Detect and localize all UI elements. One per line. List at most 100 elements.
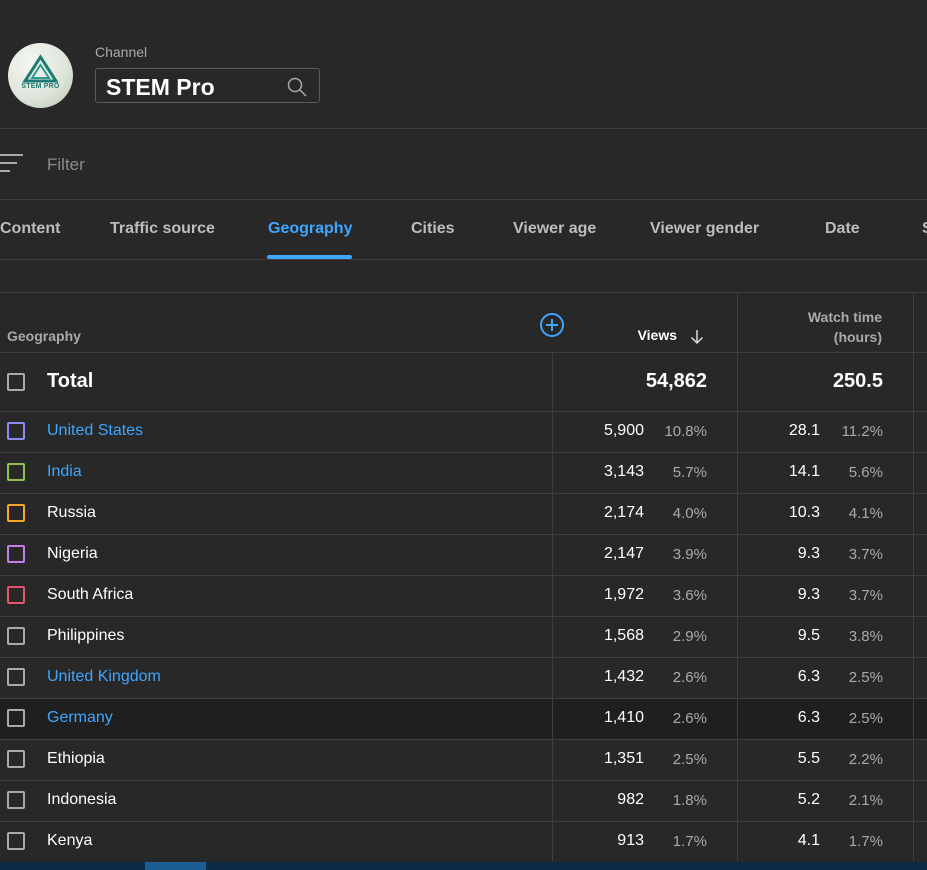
- watch-time-value: 4.1: [797, 832, 820, 849]
- tab-more[interactable]: S: [922, 220, 927, 238]
- tab-traffic-source[interactable]: Traffic source: [110, 220, 215, 238]
- total-watch-time: 250.5: [832, 370, 883, 392]
- tab-date[interactable]: Date: [825, 220, 860, 238]
- filter-input[interactable]: Filter: [47, 155, 85, 175]
- row-checkbox[interactable]: [7, 504, 25, 522]
- views-percent: 1.8%: [672, 792, 707, 809]
- scrollbar-thumb[interactable]: [145, 862, 206, 870]
- country-name: South Africa: [47, 586, 134, 603]
- watch-time-percent: 2.5%: [848, 710, 883, 727]
- row-checkbox[interactable]: [7, 463, 25, 481]
- table-row[interactable]: Germany 1,410 2.6% 6.3 2.5%: [0, 699, 927, 740]
- table-row[interactable]: United Kingdom 1,432 2.6% 6.3 2.5%: [0, 658, 927, 699]
- row-checkbox[interactable]: [7, 750, 25, 768]
- table-row[interactable]: Russia 2,174 4.0% 10.3 4.1%: [0, 494, 927, 535]
- filter-icon[interactable]: [0, 153, 24, 173]
- checkbox-total[interactable]: [7, 373, 25, 391]
- tab-content[interactable]: Content: [0, 220, 60, 238]
- views-percent: 3.9%: [672, 546, 707, 563]
- views-percent: 1.7%: [672, 833, 707, 850]
- views-value: 2,174: [603, 504, 644, 521]
- tab-geography[interactable]: Geography: [268, 220, 352, 238]
- watch-time-value: 9.5: [797, 627, 820, 644]
- country-name: Ethiopia: [47, 750, 105, 767]
- row-checkbox[interactable]: [7, 586, 25, 604]
- views-value: 982: [617, 791, 644, 808]
- table-row[interactable]: South Africa 1,972 3.6% 9.3 3.7%: [0, 576, 927, 617]
- avatar-logo-text: STEM PRO: [21, 83, 60, 90]
- watch-time-value: 5.5: [797, 750, 820, 767]
- views-percent: 2.9%: [672, 628, 707, 645]
- watch-time-value: 10.3: [788, 504, 820, 521]
- table-header: Geography Views Watch time (hours): [0, 292, 927, 353]
- views-value: 1,432: [603, 668, 644, 685]
- tabs-divider: [0, 259, 927, 260]
- views-value: 1,410: [603, 709, 644, 726]
- views-value: 3,143: [603, 463, 644, 480]
- table-row[interactable]: Indonesia 982 1.8% 5.2 2.1%: [0, 781, 927, 822]
- row-checkbox[interactable]: [7, 791, 25, 809]
- watch-time-percent: 1.7%: [848, 833, 883, 850]
- watch-time-percent: 4.1%: [848, 505, 883, 522]
- watch-time-unit: (hours): [833, 329, 882, 345]
- views-value: 2,147: [603, 545, 644, 562]
- tab-viewer-age[interactable]: Viewer age: [513, 220, 596, 238]
- row-checkbox[interactable]: [7, 832, 25, 850]
- horizontal-scrollbar[interactable]: [0, 862, 927, 870]
- filter-bar[interactable]: Filter: [0, 129, 927, 199]
- row-checkbox[interactable]: [7, 627, 25, 645]
- row-checkbox[interactable]: [7, 422, 25, 440]
- channel-avatar[interactable]: STEM PRO: [8, 43, 73, 108]
- table-row[interactable]: Nigeria 2,147 3.9% 9.3 3.7%: [0, 535, 927, 576]
- country-name: Russia: [47, 504, 96, 521]
- channel-name: STEM Pro: [106, 74, 215, 100]
- column-divider-views: [552, 353, 553, 861]
- watch-time-percent: 11.2%: [841, 423, 883, 440]
- channel-search-box[interactable]: STEM Pro: [95, 68, 320, 103]
- watch-time-value: 14.1: [788, 463, 820, 480]
- row-checkbox[interactable]: [7, 709, 25, 727]
- views-value: 1,568: [603, 627, 644, 644]
- column-divider-watch: [737, 292, 738, 861]
- country-name[interactable]: Germany: [47, 709, 113, 727]
- column-header-views[interactable]: Views: [553, 327, 677, 343]
- views-percent: 3.6%: [672, 587, 707, 604]
- row-checkbox[interactable]: [7, 668, 25, 686]
- country-name: Nigeria: [47, 545, 98, 562]
- table-row[interactable]: United States 5,900 10.8% 28.1 11.2%: [0, 412, 927, 453]
- triangle-logo-icon: [22, 54, 59, 83]
- column-divider-end: [913, 292, 914, 861]
- table-row[interactable]: Kenya 913 1.7% 4.1 1.7%: [0, 822, 927, 863]
- country-name: Philippines: [47, 627, 125, 644]
- channel-label: Channel: [95, 44, 148, 60]
- views-value: 1,351: [603, 750, 644, 767]
- views-percent: 10.8%: [664, 423, 707, 440]
- watch-time-value: 6.3: [797, 668, 820, 685]
- watch-time-percent: 3.8%: [848, 628, 883, 645]
- watch-time-percent: 3.7%: [848, 587, 883, 604]
- views-percent: 2.6%: [672, 710, 707, 727]
- watch-time-value: 5.2: [797, 791, 820, 808]
- column-header-watch-time[interactable]: Watch time (hours): [738, 307, 882, 347]
- row-checkbox[interactable]: [7, 545, 25, 563]
- total-views: 54,862: [645, 370, 707, 392]
- tab-viewer-gender[interactable]: Viewer gender: [650, 220, 759, 238]
- watch-time-value: 9.3: [797, 586, 820, 603]
- watch-time-percent: 2.2%: [848, 751, 883, 768]
- tab-cities[interactable]: Cities: [411, 220, 455, 238]
- views-percent: 5.7%: [672, 464, 707, 481]
- table-row[interactable]: India 3,143 5.7% 14.1 5.6%: [0, 453, 927, 494]
- search-icon[interactable]: [287, 77, 307, 97]
- views-percent: 2.6%: [672, 669, 707, 686]
- channel-header: STEM PRO Channel STEM Pro: [0, 0, 927, 128]
- total-label: Total: [47, 370, 94, 392]
- table-row[interactable]: Ethiopia 1,351 2.5% 5.5 2.2%: [0, 740, 927, 781]
- sort-descending-arrow-icon[interactable]: [690, 329, 704, 345]
- column-header-geography[interactable]: Geography: [7, 328, 81, 344]
- country-name[interactable]: United States: [47, 422, 143, 440]
- country-name[interactable]: India: [47, 463, 82, 481]
- watch-time-percent: 2.1%: [848, 792, 883, 809]
- report-tabs: Content Traffic source Geography Cities …: [0, 200, 927, 259]
- table-row[interactable]: Philippines 1,568 2.9% 9.5 3.8%: [0, 617, 927, 658]
- country-name[interactable]: United Kingdom: [47, 668, 161, 686]
